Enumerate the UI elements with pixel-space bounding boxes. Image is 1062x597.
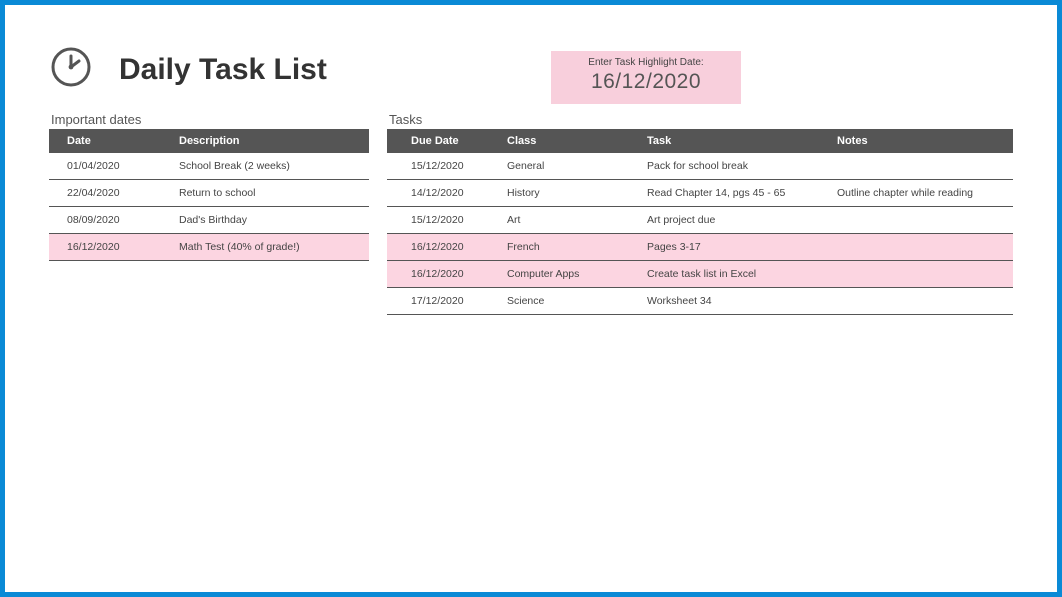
important-dates-section: Important dates Date Description 01/04/2… <box>49 112 369 315</box>
col-date: Date <box>49 129 169 153</box>
cell-class: Art <box>497 207 637 234</box>
cell-notes <box>827 288 1013 315</box>
highlight-label: Enter Task Highlight Date: <box>551 57 741 68</box>
cell-date: 22/04/2020 <box>49 180 169 207</box>
cell-date: 08/09/2020 <box>49 207 169 234</box>
table-row[interactable]: 16/12/2020Math Test (40% of grade!) <box>49 234 369 261</box>
table-row[interactable]: 22/04/2020Return to school <box>49 180 369 207</box>
cell-due-date: 15/12/2020 <box>387 207 497 234</box>
cell-task: Worksheet 34 <box>637 288 827 315</box>
cell-date: 01/04/2020 <box>49 153 169 180</box>
cell-due-date: 15/12/2020 <box>387 153 497 180</box>
cell-due-date: 17/12/2020 <box>387 288 497 315</box>
cell-due-date: 16/12/2020 <box>387 261 497 288</box>
cell-due-date: 16/12/2020 <box>387 234 497 261</box>
cell-task: Read Chapter 14, pgs 45 - 65 <box>637 180 827 207</box>
table-row[interactable]: 16/12/2020Computer AppsCreate task list … <box>387 261 1013 288</box>
page-title: Daily Task List <box>119 53 327 87</box>
cell-class: History <box>497 180 637 207</box>
table-row[interactable]: 08/09/2020Dad's Birthday <box>49 207 369 234</box>
title-block: Daily Task List <box>49 45 395 94</box>
cell-task: Pages 3-17 <box>637 234 827 261</box>
tasks-section: Tasks Due Date Class Task Notes 15/12/20… <box>387 112 1013 315</box>
table-row[interactable]: 01/04/2020School Break (2 weeks) <box>49 153 369 180</box>
important-dates-table: Date Description 01/04/2020School Break … <box>49 129 369 261</box>
table-row[interactable]: 15/12/2020ArtArt project due <box>387 207 1013 234</box>
tasks-table: Due Date Class Task Notes 15/12/2020Gene… <box>387 129 1013 315</box>
cell-task: Pack for school break <box>637 153 827 180</box>
col-notes: Notes <box>827 129 1013 153</box>
cell-task: Art project due <box>637 207 827 234</box>
clock-icon <box>49 45 93 94</box>
cell-notes: Outline chapter while reading <box>827 180 1013 207</box>
cell-description: Dad's Birthday <box>169 207 369 234</box>
cell-class: General <box>497 153 637 180</box>
cell-class: French <box>497 234 637 261</box>
cell-notes <box>827 207 1013 234</box>
cell-class: Science <box>497 288 637 315</box>
cell-notes <box>827 261 1013 288</box>
table-row[interactable]: 16/12/2020FrenchPages 3-17 <box>387 234 1013 261</box>
col-task: Task <box>637 129 827 153</box>
cell-description: School Break (2 weeks) <box>169 153 369 180</box>
tasks-title: Tasks <box>387 112 1013 127</box>
important-dates-title: Important dates <box>49 112 369 127</box>
cell-class: Computer Apps <box>497 261 637 288</box>
col-class: Class <box>497 129 637 153</box>
table-row[interactable]: 15/12/2020GeneralPack for school break <box>387 153 1013 180</box>
col-due-date: Due Date <box>387 129 497 153</box>
header-row: Daily Task List <box>49 45 1013 94</box>
highlight-date-box[interactable]: Enter Task Highlight Date: 16/12/2020 <box>551 51 741 104</box>
col-description: Description <box>169 129 369 153</box>
cell-task: Create task list in Excel <box>637 261 827 288</box>
cell-description: Return to school <box>169 180 369 207</box>
cell-notes <box>827 153 1013 180</box>
cell-date: 16/12/2020 <box>49 234 169 261</box>
table-header-row: Date Description <box>49 129 369 153</box>
table-header-row: Due Date Class Task Notes <box>387 129 1013 153</box>
cell-notes <box>827 234 1013 261</box>
highlight-date-value: 16/12/2020 <box>551 70 741 94</box>
table-row[interactable]: 14/12/2020HistoryRead Chapter 14, pgs 45… <box>387 180 1013 207</box>
cell-due-date: 14/12/2020 <box>387 180 497 207</box>
cell-description: Math Test (40% of grade!) <box>169 234 369 261</box>
table-row[interactable]: 17/12/2020ScienceWorksheet 34 <box>387 288 1013 315</box>
